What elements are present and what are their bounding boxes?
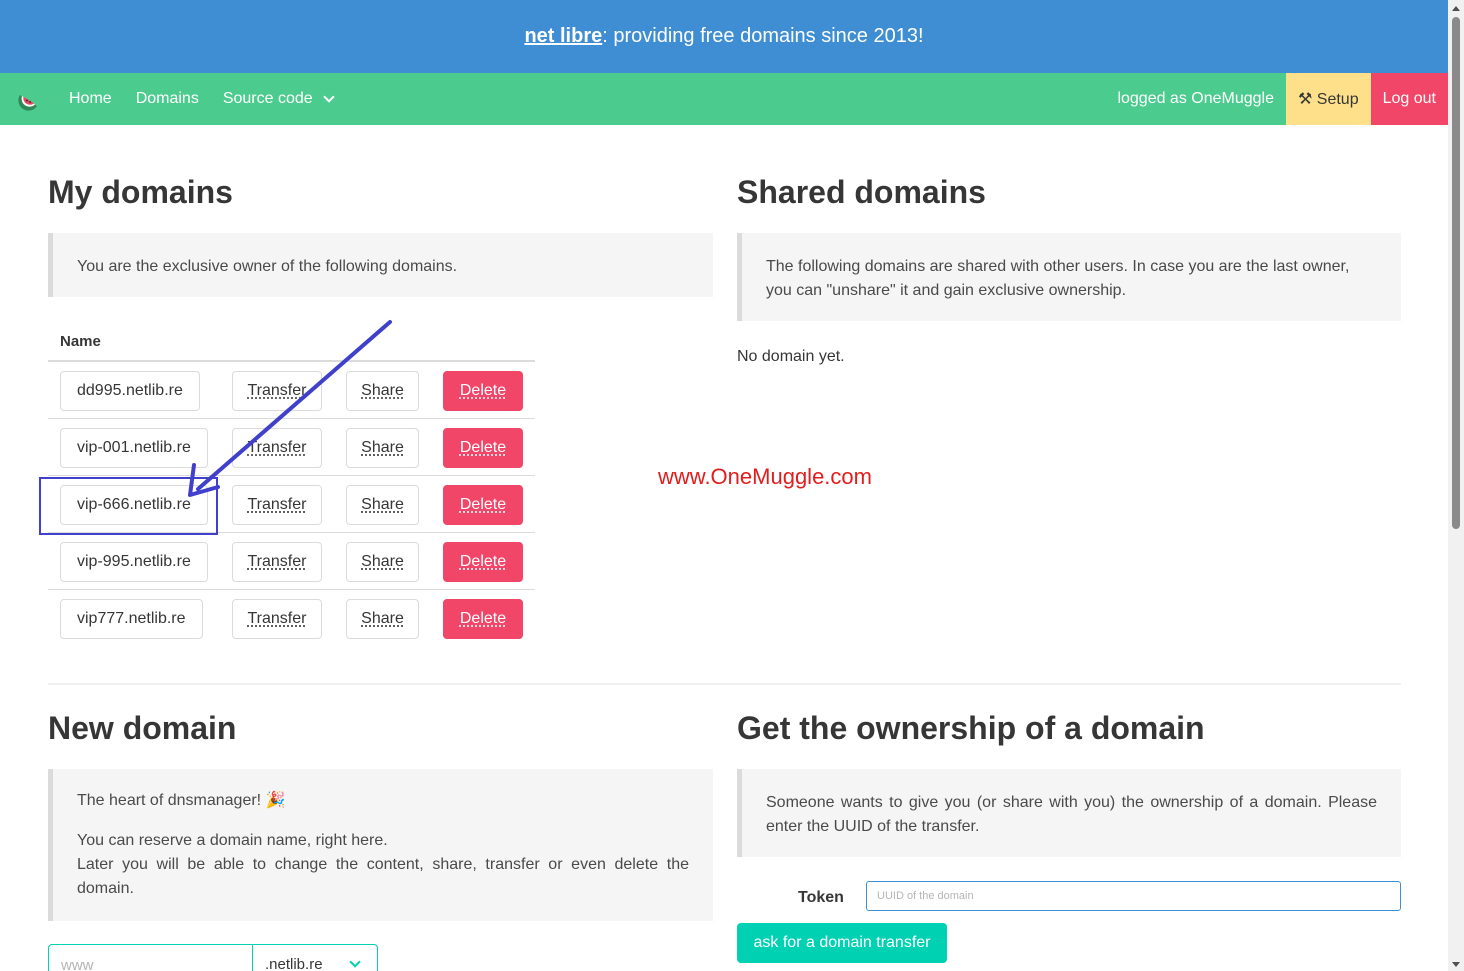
logged-user: logged as OneMuggle	[1117, 90, 1274, 107]
new-domain-desc-1: You can reserve a domain name, right her…	[77, 832, 388, 849]
delete-label: Delete	[459, 496, 507, 513]
delete-button[interactable]: Delete	[443, 371, 523, 411]
new-domain-desc-2: Later you will be able to change the con…	[77, 856, 689, 897]
nav-domains[interactable]: Domains	[124, 73, 211, 125]
share-button[interactable]: Share	[346, 599, 419, 639]
domain-name-button[interactable]: vip777.netlib.re	[60, 599, 203, 639]
domain-name-button[interactable]: dd995.netlib.re	[60, 371, 200, 411]
setup-button[interactable]: ⚒ Setup	[1286, 73, 1371, 125]
nav-source-code[interactable]: Source code	[211, 73, 345, 125]
section-divider	[48, 683, 1401, 685]
shared-domains-title: Shared domains	[737, 174, 986, 210]
watermark-text: www.OneMuggle.com	[658, 464, 872, 489]
scroll-down-icon[interactable]	[1452, 962, 1460, 967]
nav-home-label: Home	[69, 90, 112, 107]
table-row: vip-995.netlib.re Transfer Share Delete	[48, 533, 535, 590]
brand-link[interactable]: net libre	[524, 25, 602, 48]
navbar: Home Domains Source code logged as OneMu…	[0, 73, 1448, 125]
table-row: vip777.netlib.re Transfer Share Delete	[48, 590, 535, 647]
transfer-button[interactable]: Transfer	[232, 599, 322, 639]
share-label: Share	[361, 610, 404, 627]
transfer-label: Transfer	[247, 553, 307, 570]
token-input[interactable]: UUID of the domain	[866, 881, 1401, 911]
ask-transfer-button[interactable]: ask for a domain transfer	[737, 923, 947, 963]
delete-label: Delete	[459, 610, 507, 627]
shared-domains-notice: The following domains are shared with ot…	[737, 233, 1401, 321]
nav-home[interactable]: Home	[57, 73, 124, 125]
delete-label: Delete	[459, 382, 507, 399]
delete-label: Delete	[459, 553, 507, 570]
scrollbar-thumb[interactable]	[1452, 17, 1460, 529]
logout-button[interactable]: Log out	[1370, 73, 1448, 125]
ownership-notice: Someone wants to give you (or share with…	[737, 769, 1401, 857]
token-label: Token	[798, 889, 844, 906]
scroll-up-icon[interactable]	[1452, 6, 1460, 11]
shared-domains-empty: No domain yet.	[737, 348, 845, 365]
domain-name-input[interactable]: www	[48, 944, 253, 971]
delete-button[interactable]: Delete	[443, 428, 523, 468]
delete-button[interactable]: Delete	[443, 599, 523, 639]
my-domains-title: My domains	[48, 174, 233, 210]
watermelon-icon[interactable]	[0, 73, 57, 125]
delete-button[interactable]: Delete	[443, 485, 523, 525]
my-domains-notice: You are the exclusive owner of the follo…	[48, 233, 713, 297]
chevron-down-icon	[323, 91, 335, 103]
transfer-label: Transfer	[247, 610, 307, 627]
new-domain-intro: The heart of dnsmanager! 🎉	[77, 792, 286, 809]
tld-select[interactable]: .netlib.re	[252, 944, 378, 971]
share-label: Share	[361, 553, 404, 570]
nav-source-code-label: Source code	[222, 90, 313, 107]
nav-domains-label: Domains	[135, 90, 199, 107]
tld-selected-value: .netlib.re	[265, 956, 323, 971]
ownership-title: Get the ownership of a domain	[737, 710, 1205, 746]
scrollbar[interactable]	[1448, 0, 1464, 971]
share-button[interactable]: Share	[346, 542, 419, 582]
new-domain-title: New domain	[48, 710, 237, 746]
site-banner: net libre : providing free domains since…	[0, 0, 1448, 73]
banner-tagline: : providing free domains since 2013!	[602, 25, 924, 47]
delete-button[interactable]: Delete	[443, 542, 523, 582]
new-domain-notice: The heart of dnsmanager! 🎉 You can reser…	[48, 769, 713, 921]
transfer-button[interactable]: Transfer	[232, 542, 322, 582]
annotation-arrow-icon	[188, 320, 392, 497]
delete-label: Delete	[459, 439, 507, 456]
domain-name-button[interactable]: vip-995.netlib.re	[60, 542, 208, 582]
chevron-down-icon	[349, 956, 361, 968]
